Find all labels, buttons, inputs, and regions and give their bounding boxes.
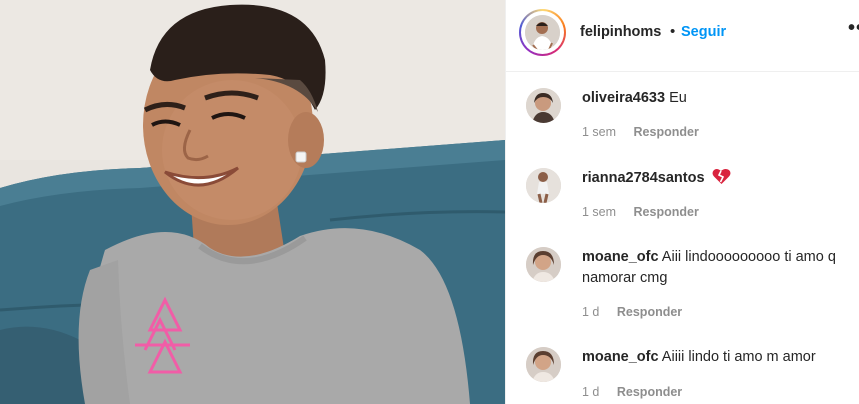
comments-panel: felipinhoms • Seguir ••• oliveira4633 Eu… [505, 0, 859, 404]
comment-time[interactable]: 1 sem [582, 205, 616, 219]
comment-username[interactable]: oliveira4633 [582, 90, 665, 106]
broken-heart-icon [712, 168, 731, 184]
comment-text: Aiiii lindo ti amo m amor [661, 349, 816, 365]
commenter-avatar[interactable] [526, 168, 561, 203]
comment-time[interactable]: 1 d [582, 385, 599, 399]
author-username[interactable]: felipinhoms [580, 24, 661, 40]
commenter-avatar[interactable] [526, 88, 561, 123]
comment-username[interactable]: moane_ofc [582, 349, 659, 365]
comment-item: rianna2784santos 1 sem Responder [506, 164, 859, 234]
header-separator: • [670, 23, 676, 40]
reply-button[interactable]: Responder [634, 205, 699, 219]
comment-item: moane_ofc Aiii lindooooooooo ti amo q na… [506, 243, 859, 333]
comment-username[interactable]: moane_ofc [582, 249, 659, 265]
reply-button[interactable]: Responder [617, 305, 682, 319]
comment-time[interactable]: 1 sem [582, 125, 616, 139]
reply-button[interactable]: Responder [634, 125, 699, 139]
post-image [0, 0, 505, 404]
more-options-icon[interactable]: ••• [848, 17, 859, 40]
comment-username[interactable]: rianna2784santos [582, 170, 705, 186]
story-ring[interactable] [519, 9, 566, 56]
reply-button[interactable]: Responder [617, 385, 682, 399]
commenter-avatar[interactable] [526, 347, 561, 382]
commenter-avatar[interactable] [526, 247, 561, 282]
follow-button[interactable]: Seguir [681, 24, 726, 40]
post-photo[interactable] [0, 0, 505, 404]
comment-item: moane_ofc Aiiii lindo ti amo m amor 1 d … [506, 343, 859, 404]
comment-time[interactable]: 1 d [582, 305, 599, 319]
author-avatar[interactable] [525, 15, 560, 50]
post-header: felipinhoms • Seguir ••• [506, 0, 859, 72]
comment-text: Eu [669, 90, 687, 106]
comment-item: oliveira4633 Eu 1 sem Responder [506, 84, 859, 154]
